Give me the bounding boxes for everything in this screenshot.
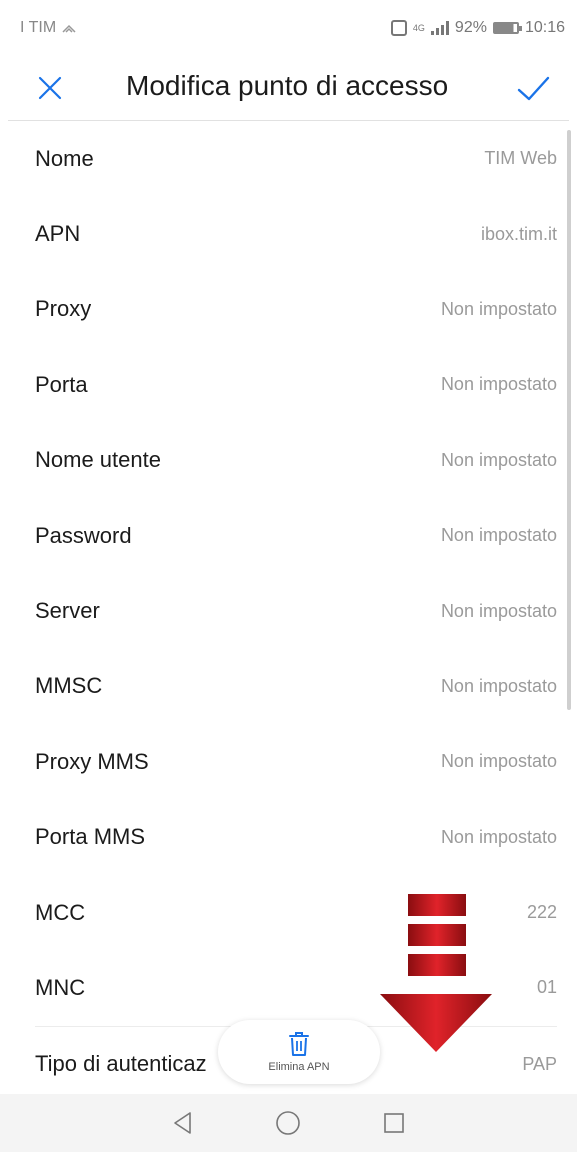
nfc-icon	[390, 20, 407, 36]
field-row-password[interactable]: Password Non impostato	[0, 498, 577, 573]
page-title: Modifica punto di accesso	[126, 70, 449, 101]
nav-home-button[interactable]	[273, 1108, 303, 1138]
battery-icon	[492, 22, 522, 34]
field-value: TIM Web	[484, 148, 557, 169]
field-value: ibox.tim.it	[480, 223, 557, 244]
field-label: Proxy	[35, 296, 92, 322]
field-row-nome-utente[interactable]: Nome utente Non impostato	[0, 423, 577, 498]
field-value: Non impostato	[440, 600, 557, 621]
battery-percent: 92%	[454, 19, 487, 36]
close-icon	[38, 76, 62, 100]
delete-apn-label: Elimina APN	[268, 1061, 330, 1073]
field-label: Proxy MMS	[35, 748, 149, 774]
recents-square-icon	[384, 1113, 404, 1133]
home-circle-icon	[276, 1111, 301, 1135]
field-row-proxy-mms[interactable]: Proxy MMS Non impostato	[0, 724, 577, 799]
field-label: Password	[35, 522, 132, 548]
field-value: Non impostato	[440, 826, 557, 847]
field-row-proxy[interactable]: Proxy Non impostato	[0, 272, 577, 347]
field-label: MNC	[35, 974, 86, 1000]
back-triangle-icon	[174, 1112, 191, 1134]
nav-recents-button[interactable]	[379, 1108, 409, 1138]
field-label: MMSC	[35, 673, 103, 699]
carrier-label: I TIM	[20, 19, 57, 36]
system-nav-bar	[0, 1094, 577, 1152]
field-row-nome[interactable]: Nome TIM Web	[0, 121, 577, 196]
scrollbar[interactable]	[567, 130, 571, 710]
field-label: Porta	[35, 371, 88, 397]
field-label: APN	[35, 221, 81, 247]
field-value: Non impostato	[440, 298, 557, 319]
field-value: Non impostato	[440, 449, 557, 470]
signal-icon	[430, 21, 449, 35]
field-value: Non impostato	[440, 751, 557, 772]
close-button[interactable]	[30, 68, 70, 108]
check-icon	[517, 76, 550, 101]
status-bar: I TIM 4G 92% 10:16	[0, 0, 577, 56]
field-row-apn[interactable]: APN ibox.tim.it	[0, 196, 577, 271]
wifi-cast-icon	[62, 24, 76, 33]
field-row-porta[interactable]: Porta Non impostato	[0, 347, 577, 422]
field-value: Non impostato	[440, 374, 557, 395]
field-row-server[interactable]: Server Non impostato	[0, 573, 577, 648]
field-value: PAP	[522, 1053, 557, 1074]
status-right: 4G 92% 10:16	[390, 19, 565, 37]
field-value: Non impostato	[440, 675, 557, 696]
network-type: 4G	[412, 23, 425, 33]
delete-apn-button[interactable]: Elimina APN	[218, 1020, 380, 1084]
field-row-mmsc[interactable]: MMSC Non impostato	[0, 649, 577, 724]
status-left: I TIM	[20, 19, 76, 37]
field-value: 01	[536, 977, 557, 998]
nav-back-button[interactable]	[168, 1108, 198, 1138]
clock: 10:16	[524, 19, 565, 36]
field-label: Tipo di autenticaz	[35, 1051, 207, 1077]
field-row-porta-mms[interactable]: Porta MMS Non impostato	[0, 800, 577, 875]
field-label: Porta MMS	[35, 824, 146, 850]
title-bar: Modifica punto di accesso	[0, 56, 577, 118]
field-label: MCC	[35, 899, 86, 925]
down-arrow-overlay-icon	[380, 894, 492, 1052]
field-label: Nome	[35, 145, 94, 171]
field-label: Nome utente	[35, 447, 161, 473]
trash-icon	[289, 1032, 309, 1056]
field-value: Non impostato	[440, 525, 557, 546]
field-label: Server	[35, 598, 100, 624]
confirm-button[interactable]	[511, 66, 555, 110]
field-value: 222	[526, 902, 557, 923]
